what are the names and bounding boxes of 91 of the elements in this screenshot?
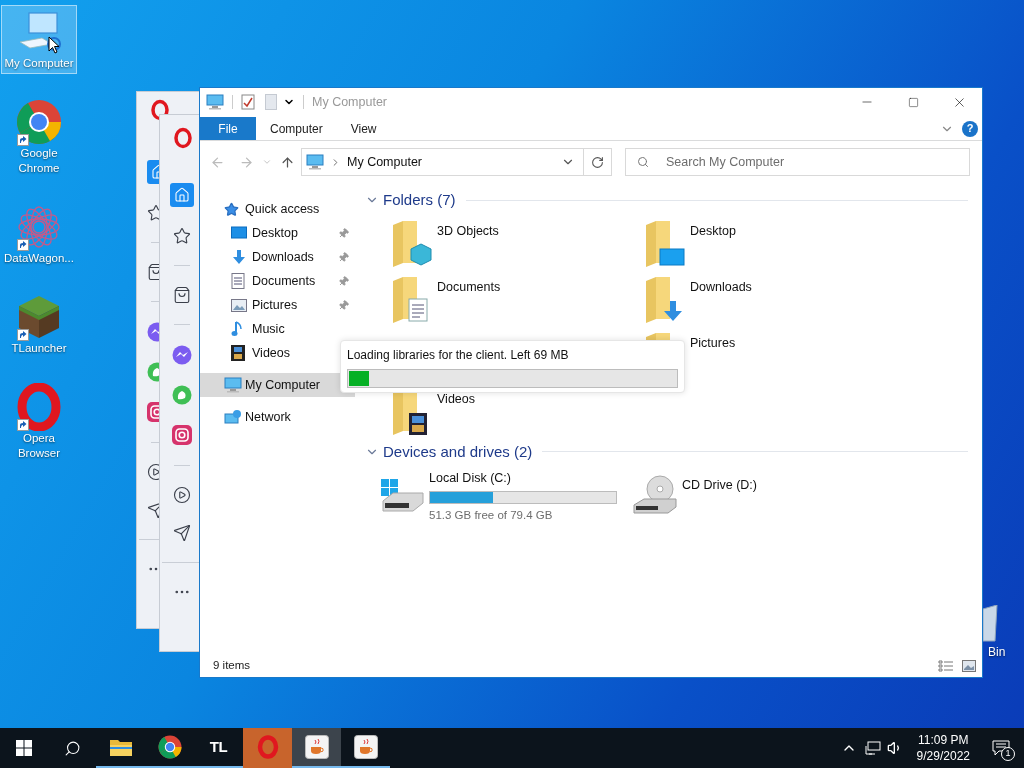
help-button[interactable]: ?	[962, 120, 978, 137]
windows-logo-icon	[16, 740, 32, 756]
notification-count: 1	[1001, 747, 1015, 761]
address-text: My Computer	[347, 153, 424, 171]
music-note-icon	[231, 321, 243, 337]
nav-item[interactable]: Pictures	[200, 293, 355, 317]
drive-item[interactable]: Local Disk (C:) 51.3 GB free of 79.4 GB	[379, 469, 632, 524]
icon-label: My Computer	[3, 56, 75, 71]
nav-item[interactable]: Desktop	[200, 221, 355, 245]
icon-label: Opera Browser	[16, 431, 62, 461]
home-button[interactable]	[147, 160, 159, 184]
nav-item[interactable]: Videos	[200, 341, 296, 365]
drive-item[interactable]: CD Drive (D:)	[632, 469, 885, 524]
folder-icon	[109, 738, 132, 756]
folder-item[interactable]: Documents	[389, 274, 642, 331]
large-icons-view-icon[interactable]	[962, 660, 976, 672]
notifications-button[interactable]: 1	[978, 728, 1024, 768]
opera-logo-icon[interactable]	[151, 99, 169, 121]
ribbon-tab[interactable]: File	[200, 117, 256, 140]
group-heading: Devices and drives (2)	[383, 441, 533, 462]
ribbon-tab[interactable]: Computer	[256, 117, 337, 140]
send-icon[interactable]	[173, 524, 191, 542]
flower-pattern-icon	[16, 204, 62, 250]
grass-block-icon	[16, 294, 62, 340]
folder-item[interactable]: Downloads	[642, 274, 895, 331]
address-bar[interactable]: My Computer	[301, 148, 584, 176]
nav-item[interactable]: Downloads	[200, 245, 355, 269]
nav-item[interactable]: Music	[200, 317, 291, 341]
instagram-icon[interactable]	[147, 402, 159, 422]
coffee-cup-icon	[304, 735, 329, 759]
free-space-text: 51.3 GB free of 79.4 GB	[429, 507, 554, 523]
shopping-bag-icon[interactable]	[173, 286, 191, 304]
whatsapp-icon[interactable]	[172, 385, 192, 405]
document-icon	[231, 273, 245, 289]
film-icon	[231, 345, 245, 361]
icon-label: TLauncher	[10, 341, 68, 356]
app-logo-text: TL	[209, 736, 228, 757]
search-icon	[63, 739, 81, 757]
icon-label: Bin	[988, 644, 1006, 661]
window-title: My Computer	[312, 93, 389, 111]
coffee-cup-icon	[353, 735, 378, 759]
notification-icon	[992, 740, 1010, 756]
play-icon[interactable]	[147, 463, 159, 481]
opera-logo-icon	[16, 383, 62, 431]
refresh-button[interactable]	[584, 148, 612, 176]
up-button[interactable]	[280, 154, 295, 170]
computer-icon	[224, 377, 242, 393]
ribbon-tab[interactable]: View	[336, 117, 391, 140]
star-icon	[224, 201, 239, 217]
icon-label: DataWagon...	[3, 251, 75, 266]
computer-icon	[306, 154, 324, 170]
messenger-icon[interactable]	[172, 345, 192, 365]
search-icon	[637, 156, 649, 168]
shopping-bag-icon[interactable]	[147, 263, 159, 281]
mouse-cursor-icon	[48, 36, 60, 54]
search-field[interactable]: Search My Computer	[625, 148, 970, 176]
clock[interactable]: 11:09 PM 9/29/2022	[908, 728, 978, 768]
nav-item[interactable]: Network	[200, 405, 297, 429]
star-icon[interactable]	[147, 204, 159, 222]
opera-logo-icon[interactable]	[174, 127, 192, 149]
play-icon[interactable]	[173, 486, 191, 504]
messenger-icon[interactable]	[147, 322, 159, 342]
send-icon[interactable]	[147, 501, 159, 519]
nav-item[interactable]: My Computer	[200, 373, 355, 397]
network-icon	[224, 409, 242, 425]
folder-item[interactable]: Desktop	[642, 218, 895, 275]
home-icon	[174, 187, 190, 203]
chrome-logo-icon	[16, 99, 62, 145]
loading-message: Loading libraries for the client. Left 69 MB	[347, 347, 570, 364]
refresh-icon	[591, 155, 604, 169]
opera-logo-icon	[256, 735, 279, 759]
nav-item[interactable]: Quick access	[200, 197, 326, 221]
star-icon[interactable]	[173, 227, 191, 245]
instagram-icon[interactable]	[172, 425, 192, 445]
properties-icon[interactable]	[241, 94, 255, 110]
status-text: 9 items	[213, 658, 252, 674]
network-icon[interactable]	[864, 741, 881, 755]
cd-drive-icon	[632, 475, 678, 517]
group-heading: Folders (7)	[383, 190, 456, 210]
maximize-icon	[907, 96, 919, 108]
computer-icon	[206, 94, 224, 110]
picture-icon	[231, 298, 247, 312]
download-arrow-icon	[231, 249, 247, 265]
taskbar-app-button[interactable]	[292, 728, 341, 768]
desktop-icon	[231, 226, 247, 240]
home-button[interactable]	[170, 183, 194, 207]
folder-item[interactable]: 3D Objects	[389, 218, 642, 275]
details-view-icon[interactable]	[938, 660, 954, 672]
chrome-logo-icon	[157, 735, 182, 759]
icon-label: Google Chrome	[17, 146, 61, 176]
nav-item[interactable]: Documents	[200, 269, 355, 293]
